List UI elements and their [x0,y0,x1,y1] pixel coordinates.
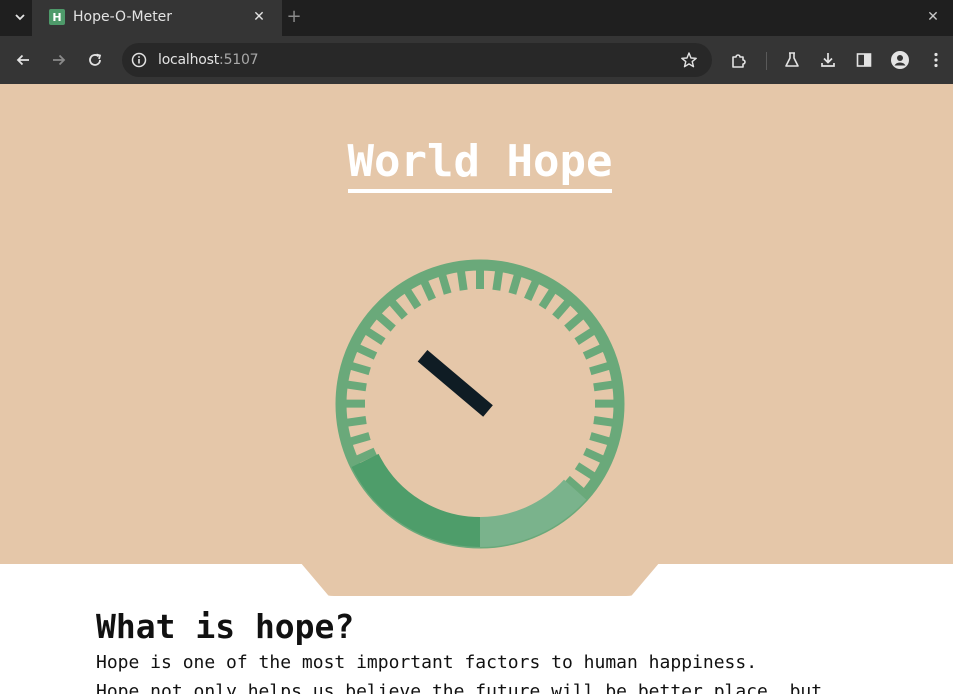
gauge-tick [349,361,371,376]
side-panel-button[interactable] [852,48,876,72]
gauge-tick [524,279,540,302]
gauge-tick [403,288,422,310]
gauge-tick [593,416,615,427]
tab-title: Hope-O-Meter [73,9,173,25]
arrow-right-icon [53,54,66,66]
site-info-icon[interactable] [130,51,148,69]
menu-button[interactable] [924,48,948,72]
gauge-tick [574,462,597,480]
gauge-tick [589,432,611,446]
browser-toolbar: localhost:5107 [0,36,953,85]
back-button[interactable] [11,48,35,72]
tab-search-button[interactable] [8,6,32,28]
page-viewport: World Hope What is hope? Hope is one of … [0,84,953,694]
gauge-tick [492,269,504,291]
favicon-icon: H [49,9,65,25]
gauge-tick [345,380,367,392]
address-bar[interactable]: localhost:5107 [122,43,712,77]
gauge-tick [456,269,468,291]
section-paragraph-2: Hope not only helps us believe the futur… [96,681,823,694]
page-title: World Hope [0,136,953,194]
gauge-tick [582,344,605,360]
content-section: What is hope? Hope is one of the most im… [96,606,916,694]
gauge-tick [538,288,557,310]
side-panel-icon [856,53,872,67]
extensions-button[interactable] [727,48,751,72]
gauge-tick [345,416,367,427]
hero-bottom-tab [300,562,660,596]
new-tab-icon[interactable]: + [284,7,304,27]
tab-strip: H Hope-O-Meter ✕ + ✕ [0,0,953,36]
tab-close-icon[interactable]: ✕ [250,8,268,26]
reload-button[interactable] [83,48,107,72]
gauge-band-right [479,479,587,547]
bookmark-star-icon[interactable] [680,51,698,69]
forward-button[interactable] [47,48,71,72]
url-port: :5107 [219,52,259,68]
flask-icon [785,52,799,67]
reload-icon [89,53,102,66]
puzzle-icon [732,54,746,68]
profile-button[interactable] [888,48,912,72]
labs-button[interactable] [780,48,804,72]
hope-gauge [335,259,625,549]
toolbar-separator [766,52,767,70]
url-host: localhost [158,52,220,68]
window-close-icon[interactable]: ✕ [923,7,943,27]
gauge-tick [552,299,572,320]
section-heading: What is hope? [96,607,355,646]
gauge-tick [438,273,452,295]
gauge-tick [508,273,522,295]
gauge-tick [583,447,605,464]
gauge-tick [375,312,396,332]
section-paragraph-1: Hope is one of the most important factor… [96,652,758,673]
gauge-tick [364,327,386,346]
gauge-band-level [351,453,481,547]
gauge-tick [349,432,371,446]
gauge-tick [355,344,378,360]
arrow-left-icon [16,54,29,66]
gauge-tick [589,361,611,376]
gauge-tick [564,312,585,332]
kebab-menu-icon [934,52,938,68]
gauge-tick [574,327,596,346]
page-title-text: World Hope [347,138,613,194]
chevron-down-icon [15,14,25,21]
url-text: localhost:5107 [158,52,259,68]
gauge-tick [420,279,436,302]
downloads-button[interactable] [816,48,840,72]
browser-tab[interactable]: H Hope-O-Meter ✕ [32,0,282,36]
gauge-needle [417,350,493,417]
avatar-icon [891,51,909,69]
gauge-tick [593,380,615,392]
download-icon [821,53,835,67]
gauge-tick [388,299,408,320]
